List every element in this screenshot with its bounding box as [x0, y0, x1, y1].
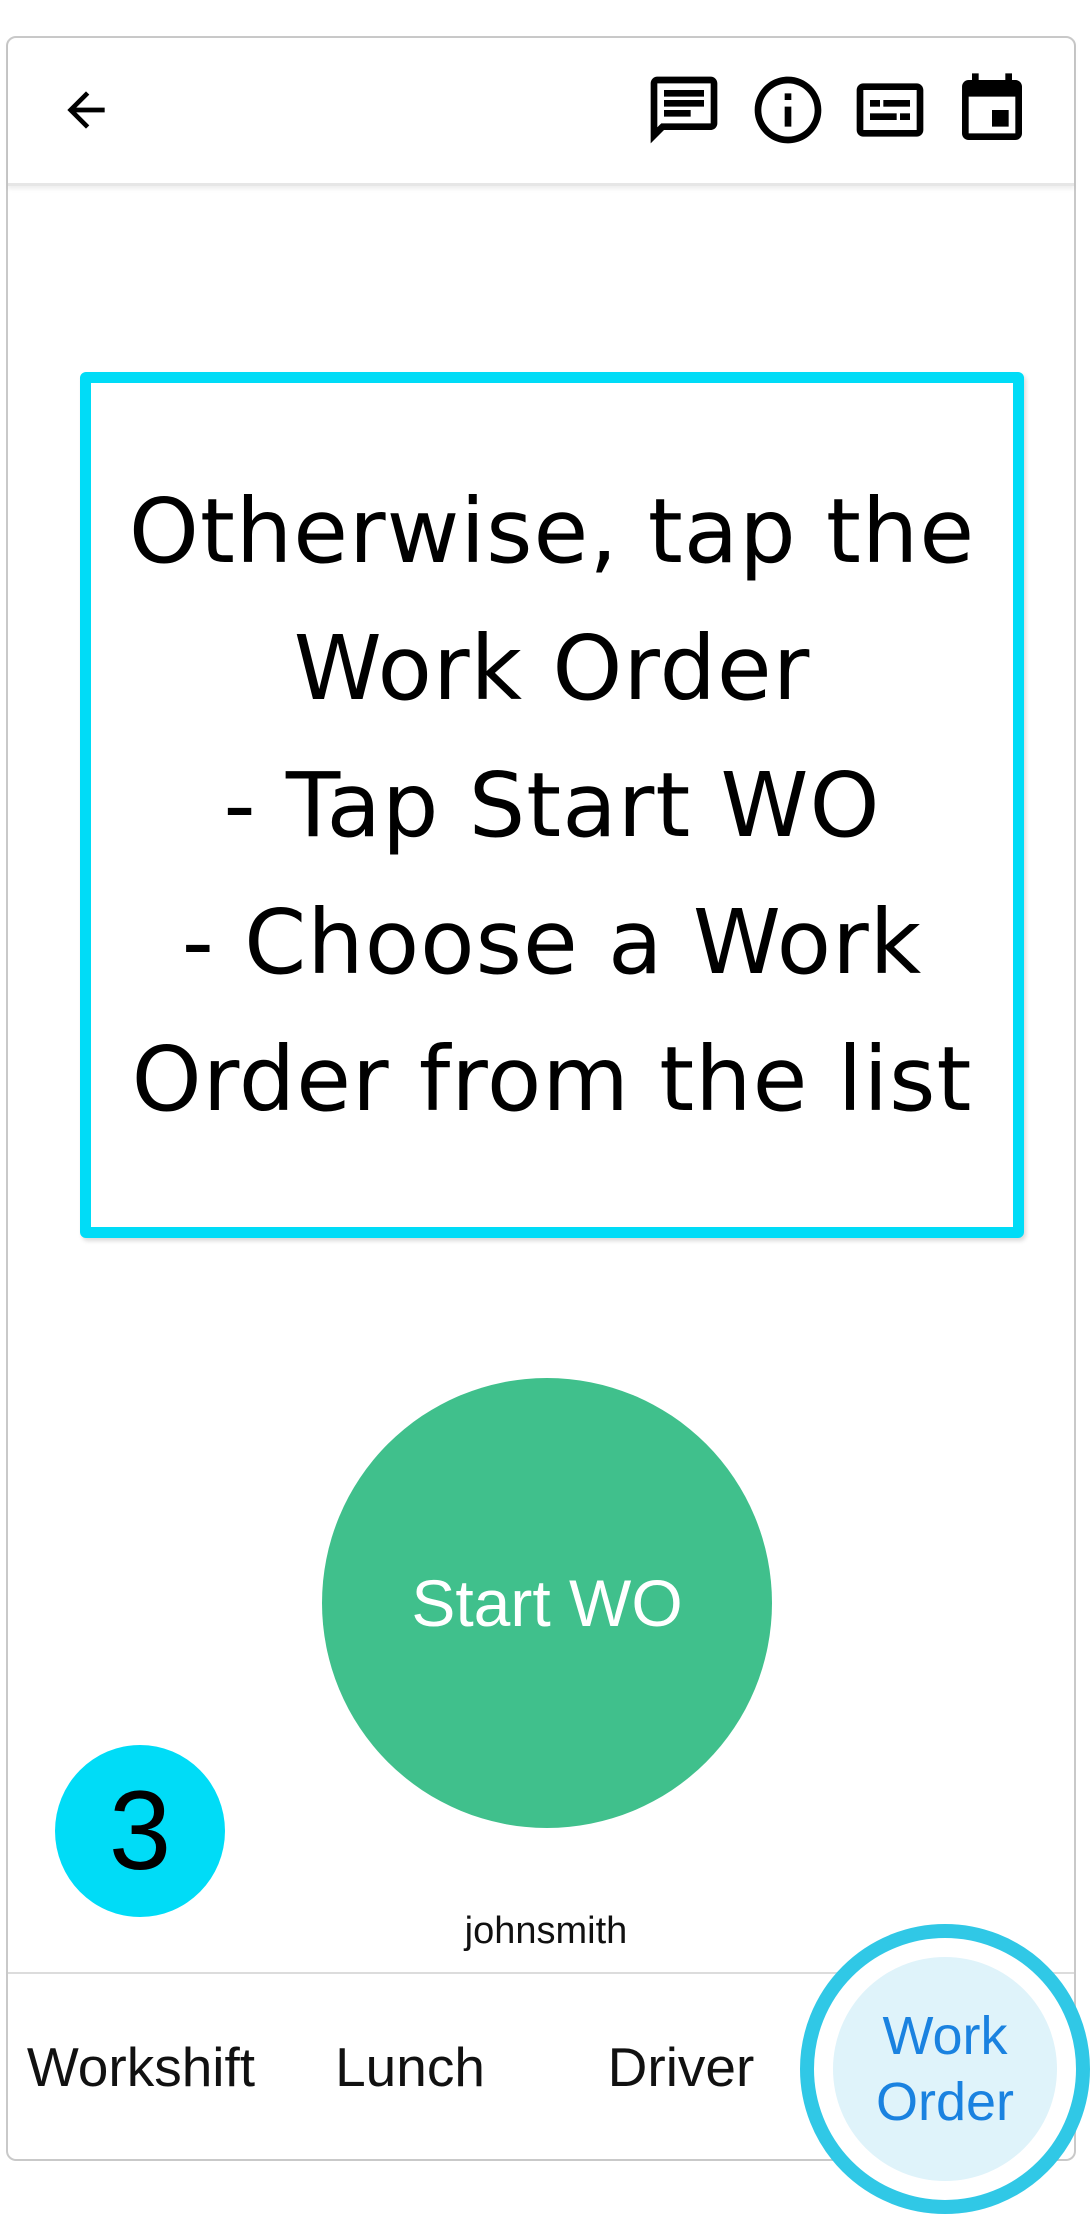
tab-work-order-label: Work Order	[876, 2003, 1014, 2135]
bottom-nav: Workshift Lunch Driver Work Order	[8, 1924, 1090, 2214]
tab-label-line: Order	[875, 2072, 1015, 2132]
start-wo-button[interactable]: Start WO	[322, 1378, 772, 1828]
arrow-left-icon	[67, 91, 105, 129]
info-button[interactable]	[746, 68, 830, 152]
tab-label-line: Work	[882, 2006, 1008, 2066]
tab-work-order[interactable]: Work Order	[833, 1957, 1057, 2181]
tab-workshift[interactable]: Workshift	[8, 1974, 274, 2160]
instruction-line: Work Order	[293, 615, 811, 720]
instruction-line: - Choose a Work	[181, 889, 923, 994]
app-screen: Otherwise, tap the Work Order - Tap Star…	[6, 36, 1090, 2214]
tab-driver[interactable]: Driver	[546, 1974, 816, 2160]
step-number: 3	[108, 1768, 172, 1893]
calendar-button[interactable]	[950, 68, 1034, 152]
start-wo-label: Start WO	[411, 1566, 683, 1640]
back-button[interactable]	[44, 68, 128, 152]
card-icon	[856, 83, 924, 137]
app-header	[8, 38, 1074, 186]
info-icon	[754, 76, 822, 144]
card-button[interactable]	[848, 68, 932, 152]
instruction-callout: Otherwise, tap the Work Order - Tap Star…	[80, 372, 1024, 1238]
instruction-line: - Tap Start WO	[223, 752, 881, 857]
chat-button[interactable]	[642, 68, 726, 152]
tab-lunch[interactable]: Lunch	[274, 1974, 546, 2160]
instruction-line: Order from the list	[131, 1026, 973, 1131]
instruction-line: Otherwise, tap the	[128, 478, 976, 583]
message-icon	[650, 76, 718, 144]
step-number-badge: 3	[55, 1745, 225, 1917]
calendar-icon	[962, 73, 1022, 140]
tab-work-order-highlight[interactable]: Work Order	[800, 1924, 1090, 2214]
instruction-text: Otherwise, tap the Work Order - Tap Star…	[129, 463, 975, 1148]
